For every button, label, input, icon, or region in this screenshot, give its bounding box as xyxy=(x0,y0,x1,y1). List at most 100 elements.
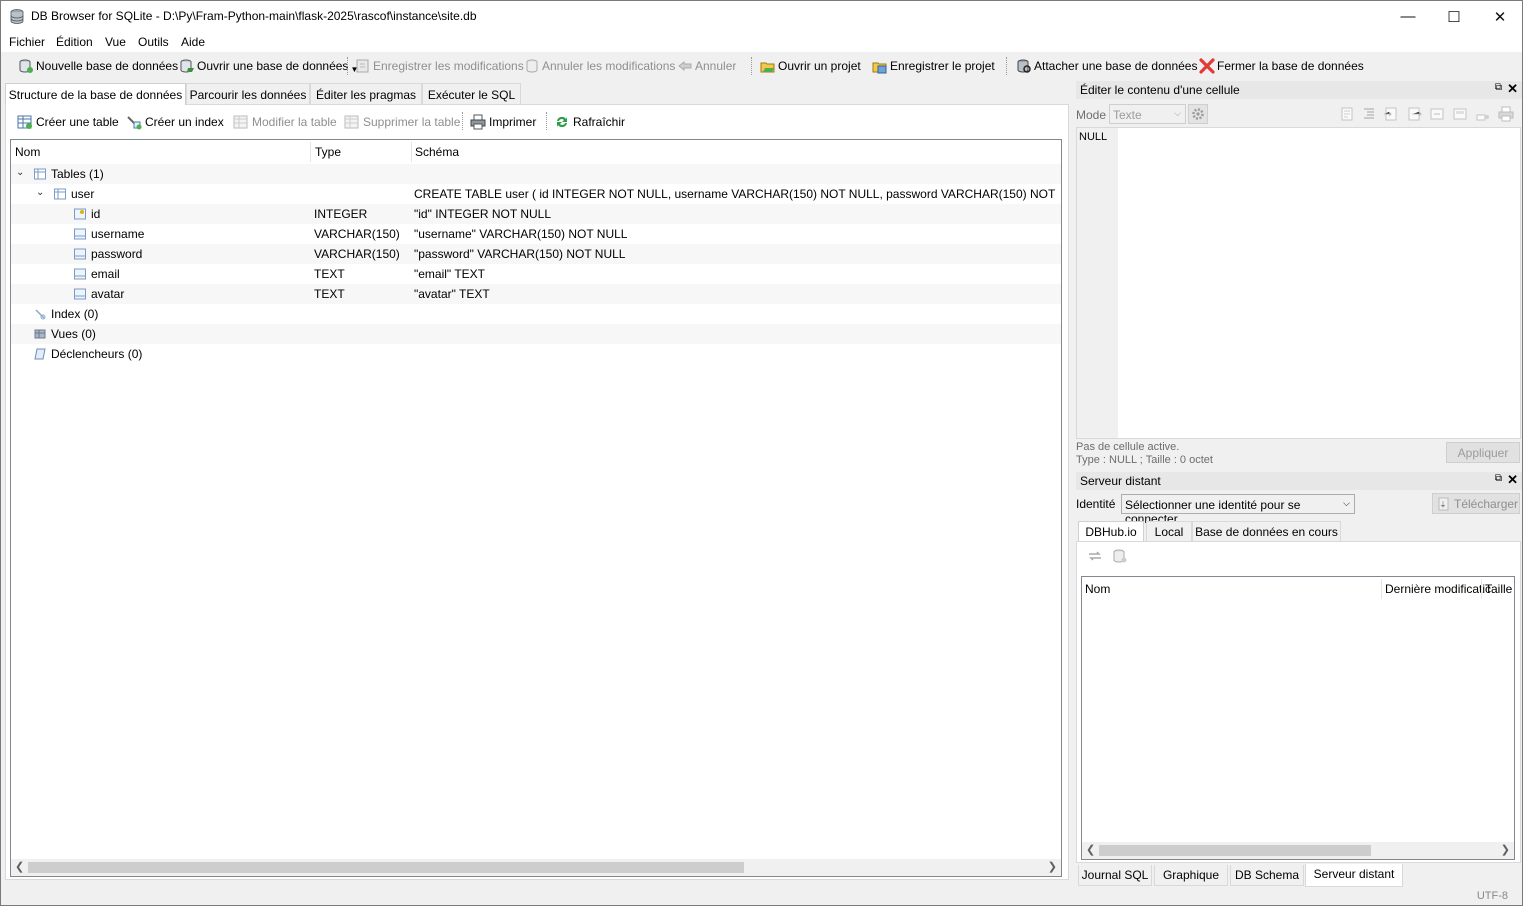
header-schema[interactable]: Schéma xyxy=(415,145,459,159)
tab-db-schema[interactable]: DB Schema xyxy=(1230,865,1304,886)
tree-row-column[interactable]: username VARCHAR(150) "username" VARCHAR… xyxy=(11,224,1061,244)
delete-table-icon xyxy=(344,115,359,129)
header-type[interactable]: Type xyxy=(315,145,341,159)
print-cell-icon[interactable] xyxy=(1498,106,1514,122)
remote-title: Serveur distant xyxy=(1080,474,1161,488)
tree-row-views[interactable]: Vues (0) xyxy=(11,324,1061,344)
tab-execute-sql[interactable]: Exécuter le SQL xyxy=(422,83,521,104)
database-settings-icon[interactable] xyxy=(1112,548,1128,564)
create-table-button[interactable]: Créer une table xyxy=(17,112,119,132)
undo-button[interactable]: Annuler xyxy=(677,57,736,75)
tree-row-column[interactable]: id INTEGER "id" INTEGER NOT NULL xyxy=(11,204,1061,224)
float-dock-icon[interactable]: ⧉ xyxy=(1495,473,1502,484)
mode-select[interactable]: Texte ⌵ xyxy=(1109,104,1186,124)
set-null-icon[interactable] xyxy=(1429,106,1445,122)
import-icon[interactable] xyxy=(1383,106,1399,122)
tab-plot[interactable]: Graphique xyxy=(1154,865,1228,886)
float-dock-icon[interactable]: ⧉ xyxy=(1495,82,1502,93)
create-table-icon xyxy=(17,115,32,129)
apply-button[interactable]: Appliquer xyxy=(1446,442,1520,463)
tree-row-index[interactable]: Index (0) xyxy=(11,304,1061,324)
table-name: user xyxy=(71,187,95,201)
window-title: DB Browser for SQLite - D:\Py\Fram-Pytho… xyxy=(31,9,477,23)
remote-file-table[interactable]: Nom Dernière modificatic Taille ❮ ❯ xyxy=(1081,576,1515,860)
download-button[interactable]: Télécharger xyxy=(1432,493,1520,514)
scroll-right-icon[interactable]: ❯ xyxy=(1501,843,1510,856)
open-external-icon[interactable] xyxy=(1452,106,1468,122)
refresh-icon xyxy=(557,116,567,128)
auto-switch-icon[interactable] xyxy=(1475,106,1491,122)
close-button[interactable]: ✕ xyxy=(1477,1,1523,32)
indent-icon[interactable] xyxy=(1361,106,1377,122)
header-divider[interactable] xyxy=(411,142,412,162)
column-type: INTEGER xyxy=(314,207,368,221)
tab-remote-server[interactable]: Serveur distant xyxy=(1305,864,1403,887)
cell-editor[interactable]: NULL xyxy=(1076,127,1521,439)
tree-row-column[interactable]: password VARCHAR(150) "password" VARCHAR… xyxy=(11,244,1061,264)
tables-node-label: Tables (1) xyxy=(51,167,104,181)
open-project-button[interactable]: Ouvrir un projet xyxy=(760,57,861,75)
tab-sql-log[interactable]: Journal SQL xyxy=(1078,865,1152,886)
horizontal-scrollbar[interactable]: ❮ ❯ xyxy=(11,859,1061,876)
tab-database-structure[interactable]: Structure de la base de données xyxy=(5,83,186,105)
attach-database-button[interactable]: Attacher une base de données xyxy=(1016,57,1197,75)
close-dock-icon[interactable]: ✕ xyxy=(1507,81,1518,97)
menu-help[interactable]: Aide xyxy=(181,35,205,49)
revert-changes-button[interactable]: Annuler les modifications xyxy=(524,57,675,75)
header-name[interactable]: Nom xyxy=(15,145,40,159)
tab-current-database[interactable]: Base de données en cours xyxy=(1192,521,1341,541)
identity-select[interactable]: Sélectionner une identité pour se connec… xyxy=(1121,494,1355,526)
scroll-left-icon[interactable]: ❮ xyxy=(15,860,24,873)
header-divider[interactable] xyxy=(1381,579,1382,599)
triggers-node-label: Déclencheurs (0) xyxy=(51,347,143,361)
toolbar-separator xyxy=(462,112,463,130)
tab-dbhub[interactable]: DBHub.io xyxy=(1078,521,1144,541)
refresh-button[interactable]: Rafraîchir xyxy=(554,112,625,132)
attach-database-icon xyxy=(1017,59,1031,73)
refresh-label: Rafraîchir xyxy=(573,115,626,129)
collapse-arrow-icon[interactable]: ⌄ xyxy=(16,167,24,178)
modify-table-button[interactable]: Modifier la table xyxy=(233,112,337,132)
minimize-button[interactable]: — xyxy=(1385,1,1431,32)
close-database-button[interactable]: Fermer la base de données xyxy=(1199,57,1364,75)
tab-browse-data[interactable]: Parcourir les données xyxy=(186,83,310,104)
menu-file[interactable]: Fichier xyxy=(9,35,45,49)
auto-format-button[interactable] xyxy=(1188,104,1208,124)
save-project-button[interactable]: Enregistrer le projet xyxy=(872,57,995,75)
header-divider[interactable] xyxy=(310,142,311,162)
delete-table-button[interactable]: Supprimer la table xyxy=(344,112,460,132)
scroll-left-icon[interactable]: ❮ xyxy=(1086,843,1095,856)
schema-tree[interactable]: Nom Type Schéma ⌄ Tables (1) ⌄ user CREA… xyxy=(10,139,1062,877)
word-wrap-icon[interactable] xyxy=(1339,106,1355,122)
tree-row-table-user[interactable]: ⌄ user CREATE TABLE user ( id INTEGER NO… xyxy=(11,184,1061,204)
field-icon xyxy=(74,248,86,260)
sync-icon[interactable] xyxy=(1087,548,1103,564)
tab-local[interactable]: Local xyxy=(1146,521,1192,541)
close-dock-icon[interactable]: ✕ xyxy=(1507,472,1518,488)
new-database-button[interactable]: Nouvelle base de données xyxy=(18,57,178,75)
tab-edit-pragmas[interactable]: Éditer les pragmas xyxy=(310,83,422,104)
tree-row-column[interactable]: email TEXT "email" TEXT xyxy=(11,264,1061,284)
collapse-arrow-icon[interactable]: ⌄ xyxy=(36,187,44,198)
create-index-button[interactable]: Créer un index xyxy=(126,112,224,132)
maximize-button[interactable]: ☐ xyxy=(1431,1,1477,32)
scrollbar-thumb[interactable] xyxy=(1099,845,1371,856)
tree-row-triggers[interactable]: Déclencheurs (0) xyxy=(11,344,1061,364)
header-size[interactable]: Taille xyxy=(1485,582,1512,596)
write-changes-button[interactable]: Enregistrer les modifications xyxy=(355,57,524,75)
header-name[interactable]: Nom xyxy=(1085,582,1110,596)
open-database-button[interactable]: Ouvrir une base de données ▼ xyxy=(179,57,358,75)
horizontal-scrollbar[interactable]: ❮ ❯ xyxy=(1082,842,1514,859)
header-divider[interactable] xyxy=(1481,579,1482,599)
menu-view[interactable]: Vue xyxy=(105,35,126,49)
menu-tools[interactable]: Outils xyxy=(138,35,169,49)
tree-row-tables[interactable]: ⌄ Tables (1) xyxy=(11,164,1061,184)
header-last-modified[interactable]: Dernière modificatic xyxy=(1385,582,1491,596)
cell-type-size: Type : NULL ; Taille : 0 octet xyxy=(1076,454,1213,466)
print-button[interactable]: Imprimer xyxy=(470,112,536,132)
tree-row-column[interactable]: avatar TEXT "avatar" TEXT xyxy=(11,284,1061,304)
menu-edit[interactable]: Édition xyxy=(56,35,93,49)
scroll-right-icon[interactable]: ❯ xyxy=(1048,860,1057,873)
scrollbar-thumb[interactable] xyxy=(28,862,744,873)
export-icon[interactable] xyxy=(1406,106,1422,122)
